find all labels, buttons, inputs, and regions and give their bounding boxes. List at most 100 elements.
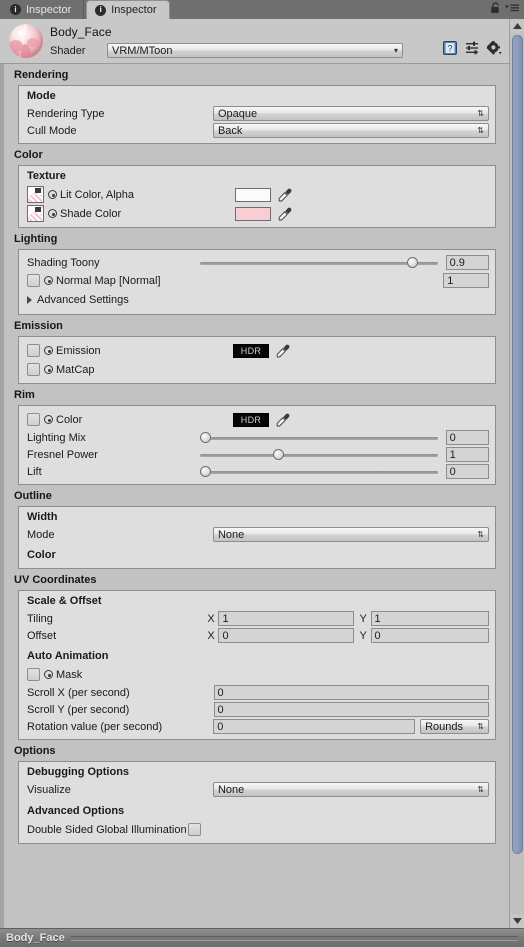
- double-sided-gi-row: Double Sided Global Illumination: [19, 820, 495, 839]
- tab-inspector-1[interactable]: i Inspector: [2, 0, 85, 19]
- fresnel-power-value-field[interactable]: 1: [445, 447, 489, 462]
- triangle-right-icon: [27, 296, 32, 304]
- tab-strip-controls: [490, 2, 524, 19]
- rotation-unit-dropdown[interactable]: Rounds ⇅: [420, 719, 489, 734]
- offset-y-value: 0: [374, 629, 381, 642]
- outline-box: Width Mode None ⇅ Color: [18, 506, 496, 569]
- rim-box: Color HDR Lighting Mix 0 Fresnel Power 1…: [18, 405, 496, 485]
- inspector-window: i Inspector i Inspector Body_Face Shader…: [0, 0, 524, 947]
- advanced-options-title: Advanced Options: [27, 805, 125, 817]
- rendering-type-dropdown[interactable]: Opaque ⇅: [212, 106, 489, 121]
- target-marker-icon[interactable]: [44, 346, 53, 355]
- lit-color-texture-thumbnail[interactable]: [27, 186, 44, 203]
- preset-icon[interactable]: [465, 41, 479, 58]
- updown-arrows-icon: ⇅: [477, 125, 484, 135]
- lighting-mix-value-field[interactable]: 0: [445, 430, 489, 445]
- scroll-y-field[interactable]: 0: [213, 702, 489, 717]
- info-icon: i: [10, 4, 21, 15]
- header-icon-group: ?: [443, 40, 502, 58]
- rotation-value-field[interactable]: 0: [213, 719, 416, 734]
- slider-knob[interactable]: [273, 448, 285, 460]
- tiling-y-field[interactable]: 1: [370, 611, 489, 626]
- scroll-y-label: Scroll Y (per second): [27, 703, 130, 716]
- shading-toony-value-field[interactable]: 0.9: [445, 255, 489, 270]
- normal-map-label: Normal Map [Normal]: [56, 274, 161, 287]
- tab-inspector-2[interactable]: i Inspector: [86, 0, 170, 19]
- normal-map-texture-slot[interactable]: [27, 274, 40, 287]
- lift-value-field[interactable]: 0: [445, 464, 489, 479]
- eyedropper-icon[interactable]: [276, 413, 290, 427]
- mask-label: Mask: [56, 668, 83, 681]
- offset-y-field[interactable]: 0: [370, 628, 489, 643]
- mask-row: Mask: [19, 665, 495, 684]
- outline-mode-dropdown[interactable]: None ⇅: [212, 527, 489, 542]
- lift-label: Lift: [27, 465, 42, 478]
- lift-row: Lift 0: [19, 463, 495, 480]
- hamburger-menu-icon[interactable]: [505, 3, 519, 16]
- shader-dropdown[interactable]: VRM/MToon ▾: [107, 43, 403, 58]
- shade-color-swatch[interactable]: [235, 206, 271, 221]
- matcap-texture-slot[interactable]: [27, 363, 40, 376]
- lit-color-swatch[interactable]: [235, 187, 271, 202]
- section-uv-title: UV Coordinates: [14, 574, 97, 586]
- scroll-x-field[interactable]: 0: [213, 685, 489, 700]
- eyedropper-icon[interactable]: [276, 344, 290, 358]
- scroll-down-arrow[interactable]: [509, 914, 524, 928]
- section-options-title: Options: [14, 745, 56, 757]
- mask-texture-slot[interactable]: [27, 668, 40, 681]
- emission-hdr-swatch[interactable]: HDR: [233, 343, 269, 358]
- outline-color-title: Color: [27, 549, 56, 561]
- help-book-icon[interactable]: ?: [443, 41, 457, 58]
- normal-map-value-field[interactable]: 1: [443, 273, 489, 288]
- lighting-mix-label: Lighting Mix: [27, 431, 86, 444]
- target-marker-icon[interactable]: [44, 415, 53, 424]
- lit-color-row: Lit Color, Alpha: [19, 185, 495, 204]
- eyedropper-icon[interactable]: [278, 207, 292, 221]
- shading-toony-label: Shading Toony: [27, 256, 100, 269]
- advanced-settings-foldout[interactable]: Advanced Settings: [19, 290, 495, 310]
- target-marker-icon[interactable]: [44, 670, 53, 679]
- outline-width-title: Width: [27, 511, 58, 523]
- vertical-scrollbar[interactable]: [509, 19, 524, 928]
- visualize-value: None: [217, 783, 245, 796]
- scroll-up-arrow[interactable]: [509, 19, 524, 33]
- target-marker-icon[interactable]: [48, 209, 57, 218]
- tiling-x-value: 1: [222, 612, 229, 625]
- offset-x-field[interactable]: 0: [218, 628, 354, 643]
- lighting-box: Shading Toony 0.9 Normal Map [Normal] 1: [18, 249, 496, 315]
- shade-color-texture-thumbnail[interactable]: [27, 205, 44, 222]
- fresnel-power-slider[interactable]: [199, 448, 438, 462]
- slider-knob[interactable]: [199, 431, 211, 443]
- lock-icon[interactable]: [490, 2, 501, 17]
- target-marker-icon[interactable]: [48, 190, 57, 199]
- target-marker-icon[interactable]: [44, 276, 53, 285]
- scrollbar-thumb[interactable]: [511, 35, 523, 855]
- section-rim-title: Rim: [14, 389, 35, 401]
- double-sided-gi-checkbox[interactable]: [187, 823, 201, 836]
- scrollbar-track[interactable]: [510, 33, 524, 914]
- emission-box: Emission HDR MatCap: [18, 336, 496, 384]
- material-preview-sphere: [9, 24, 43, 58]
- rim-color-hdr-swatch[interactable]: HDR: [233, 412, 269, 427]
- rotation-value: 0: [217, 720, 224, 733]
- rim-color-texture-slot[interactable]: [27, 413, 40, 426]
- rendering-type-value: Opaque: [217, 107, 258, 120]
- status-bar-text: Body_Face: [6, 932, 65, 944]
- cull-mode-dropdown[interactable]: Back ⇅: [212, 123, 489, 138]
- offset-label: Offset: [27, 629, 57, 642]
- gear-icon[interactable]: [485, 40, 502, 58]
- emission-texture-slot[interactable]: [27, 344, 40, 357]
- visualize-dropdown[interactable]: None ⇅: [212, 782, 489, 797]
- scroll-y-row: Scroll Y (per second) 0: [19, 701, 495, 718]
- shading-toony-slider[interactable]: [199, 256, 438, 270]
- scale-offset-title: Scale & Offset: [27, 595, 102, 607]
- lift-slider[interactable]: [199, 465, 438, 479]
- target-marker-icon[interactable]: [44, 365, 53, 374]
- cull-mode-row: Cull Mode Back ⇅: [19, 122, 495, 139]
- tiling-row: Tiling X 1 Y 1: [19, 610, 495, 627]
- tiling-x-field[interactable]: 1: [218, 611, 354, 626]
- slider-knob[interactable]: [406, 256, 418, 268]
- lighting-mix-slider[interactable]: [199, 431, 438, 445]
- slider-knob[interactable]: [199, 465, 211, 477]
- eyedropper-icon[interactable]: [278, 188, 292, 202]
